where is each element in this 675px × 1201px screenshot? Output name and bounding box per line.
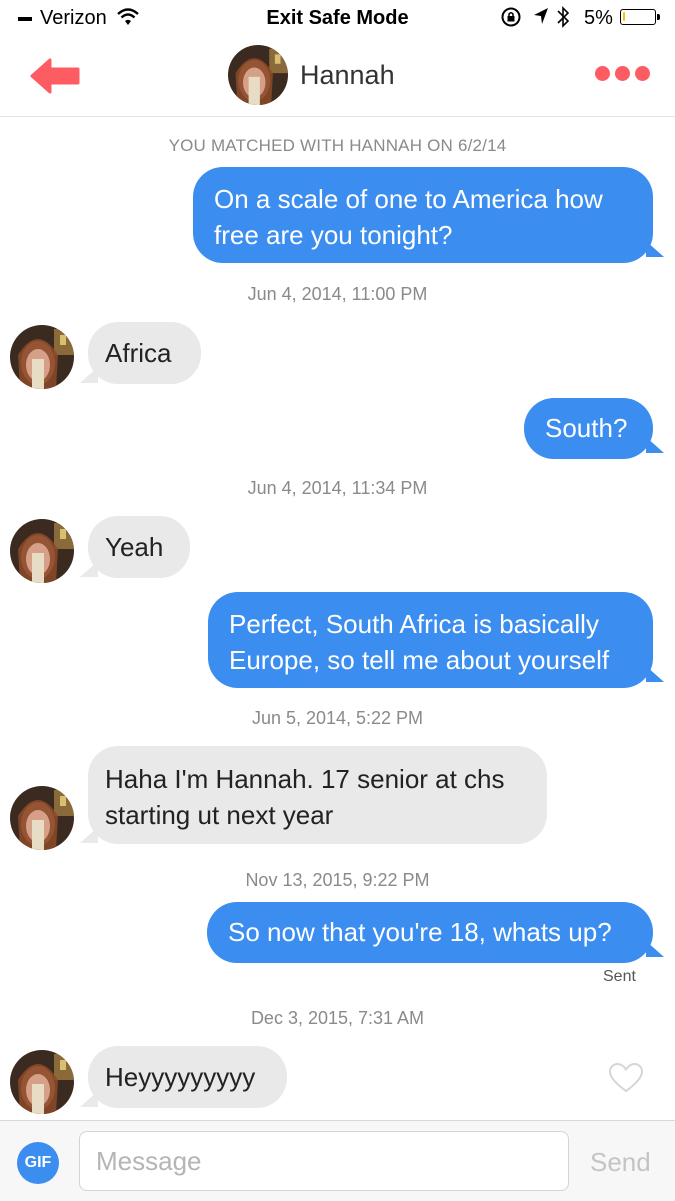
message-line: So now that you're 18, whats up? [228, 917, 612, 947]
compose-bar: GIF Send [0, 1120, 675, 1201]
message-line: Perfect, South Africa is basically [229, 609, 599, 639]
safe-mode-title[interactable]: Exit Safe Mode [0, 7, 675, 30]
message-line: starting ut next year [105, 800, 334, 830]
contact-avatar[interactable] [10, 1050, 74, 1114]
more-dot-icon [595, 66, 610, 81]
received-message-bubble[interactable]: Haha I'm Hannah. 17 senior at chs starti… [88, 746, 547, 844]
message-timestamp: Jun 4, 2014, 11:00 PM [247, 284, 428, 304]
received-message-bubble[interactable]: Yeah [88, 516, 190, 578]
contact-avatar[interactable] [10, 519, 74, 583]
battery-level [623, 12, 625, 21]
contact-name[interactable]: Hannah [300, 60, 395, 91]
rotation-lock-icon [501, 7, 521, 27]
message-line: Heyyyyyyyyy [105, 1062, 256, 1092]
message-timestamp: Dec 3, 2015, 7:31 AM [250, 1008, 425, 1028]
battery-icon [620, 9, 660, 25]
message-input[interactable] [79, 1131, 569, 1191]
bluetooth-icon [557, 6, 570, 28]
message-timestamp: Nov 13, 2015, 9:22 PM [245, 870, 430, 890]
sent-message-bubble[interactable]: So now that you're 18, whats up? [207, 902, 653, 963]
bubble-tail [646, 666, 664, 682]
match-notice: YOU MATCHED WITH HANNAH ON 6/2/14 [168, 136, 507, 155]
battery-percent: 5% [584, 7, 613, 29]
back-arrow-icon[interactable] [28, 56, 82, 96]
received-message-bubble[interactable]: Africa [88, 322, 201, 384]
more-options-button[interactable] [595, 66, 651, 84]
message-line: free are you tonight? [214, 220, 453, 250]
status-bar: Verizon Exit Safe Mode 5% [0, 0, 675, 38]
bubble-tail [646, 941, 664, 957]
contact-avatar[interactable] [228, 45, 288, 105]
message-line: Europe, so tell me about yourself [229, 645, 610, 675]
contact-avatar[interactable] [10, 786, 74, 850]
message-line: On a scale of one to America how [214, 184, 603, 214]
sent-status: Sent [603, 968, 636, 985]
message-timestamp: Jun 5, 2014, 5:22 PM [251, 708, 424, 728]
contact-avatar[interactable] [10, 325, 74, 389]
chat-header: Hannah [0, 38, 675, 117]
sent-message-bubble[interactable]: On a scale of one to America how free ar… [193, 167, 653, 263]
message-line: Africa [105, 338, 172, 368]
more-dot-icon [615, 66, 630, 81]
more-dot-icon [635, 66, 650, 81]
gif-button[interactable]: GIF [17, 1142, 59, 1184]
sent-message-bubble[interactable]: South? [524, 398, 653, 459]
send-button[interactable]: Send [590, 1147, 651, 1178]
message-line: South? [545, 413, 628, 443]
heart-icon[interactable] [608, 1062, 644, 1094]
message-timestamp: Jun 4, 2014, 11:34 PM [247, 478, 428, 498]
message-line: Haha I'm Hannah. 17 senior at chs [105, 764, 505, 794]
location-arrow-icon [534, 8, 548, 24]
sent-message-bubble[interactable]: Perfect, South Africa is basically Europ… [208, 592, 653, 688]
received-message-bubble[interactable]: Heyyyyyyyyy [88, 1046, 287, 1108]
message-line: Yeah [105, 532, 164, 562]
